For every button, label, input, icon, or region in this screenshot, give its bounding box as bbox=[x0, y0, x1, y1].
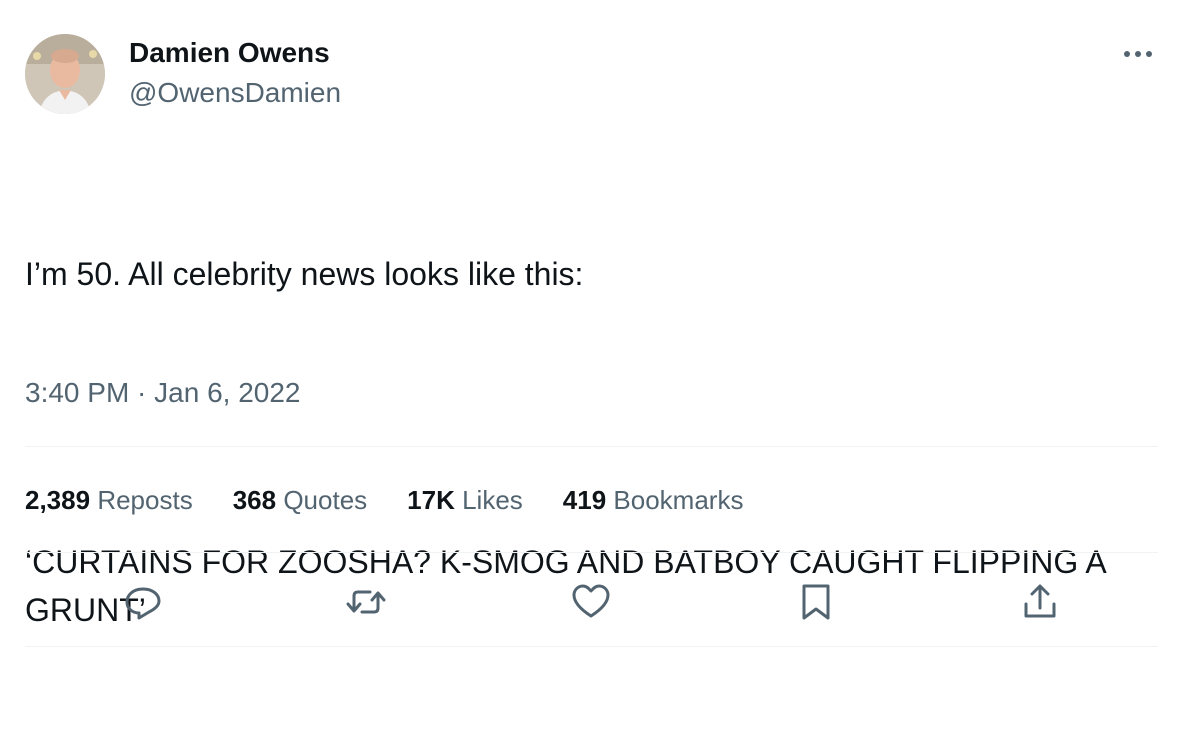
like-button[interactable] bbox=[569, 580, 613, 624]
reposts-label: Reposts bbox=[97, 484, 193, 515]
share-icon bbox=[1024, 584, 1056, 618]
bookmarks-stat[interactable]: 419 Bookmarks bbox=[563, 485, 744, 516]
engagement-stats: 2,389 Reposts 368 Quotes 17K Likes 419 B… bbox=[25, 482, 783, 518]
likes-stat[interactable]: 17K Likes bbox=[407, 485, 523, 516]
avatar[interactable] bbox=[25, 34, 105, 114]
likes-label: Likes bbox=[462, 484, 523, 515]
bookmarks-label: Bookmarks bbox=[613, 484, 744, 515]
quotes-count: 368 bbox=[232, 484, 277, 515]
timestamp[interactable]: 3:40 PM · Jan 6, 2022 bbox=[25, 376, 301, 410]
avatar-image bbox=[25, 34, 105, 114]
bookmarks-count: 419 bbox=[562, 484, 607, 515]
tweet-card: Damien Owens @OwensDamien I’m 50. All ce… bbox=[0, 0, 1188, 656]
divider bbox=[25, 446, 1158, 447]
quotes-label: Quotes bbox=[283, 484, 368, 515]
reposts-stat[interactable]: 2,389 Reposts bbox=[25, 485, 193, 516]
divider bbox=[25, 552, 1158, 553]
likes-count: 17K bbox=[407, 484, 455, 515]
author-name[interactable]: Damien Owens bbox=[129, 36, 330, 70]
reposts-count: 2,389 bbox=[25, 484, 91, 515]
heart-icon bbox=[572, 584, 610, 618]
bookmark-icon bbox=[802, 584, 830, 620]
reply-icon bbox=[125, 587, 161, 620]
tweet-text-line: I’m 50. All celebrity news looks like th… bbox=[25, 256, 584, 292]
share-button[interactable] bbox=[1018, 580, 1062, 624]
author-handle[interactable]: @OwensDamien bbox=[129, 76, 341, 110]
quotes-stat[interactable]: 368 Quotes bbox=[233, 485, 367, 516]
repost-button[interactable] bbox=[344, 580, 388, 624]
bookmark-button[interactable] bbox=[794, 580, 838, 624]
repost-icon bbox=[346, 590, 386, 614]
reply-button[interactable] bbox=[121, 580, 165, 624]
tweet-text: I’m 50. All celebrity news looks like th… bbox=[25, 154, 1160, 730]
divider bbox=[25, 646, 1158, 647]
more-button[interactable] bbox=[1118, 40, 1158, 68]
more-horizontal-icon bbox=[1124, 51, 1152, 57]
